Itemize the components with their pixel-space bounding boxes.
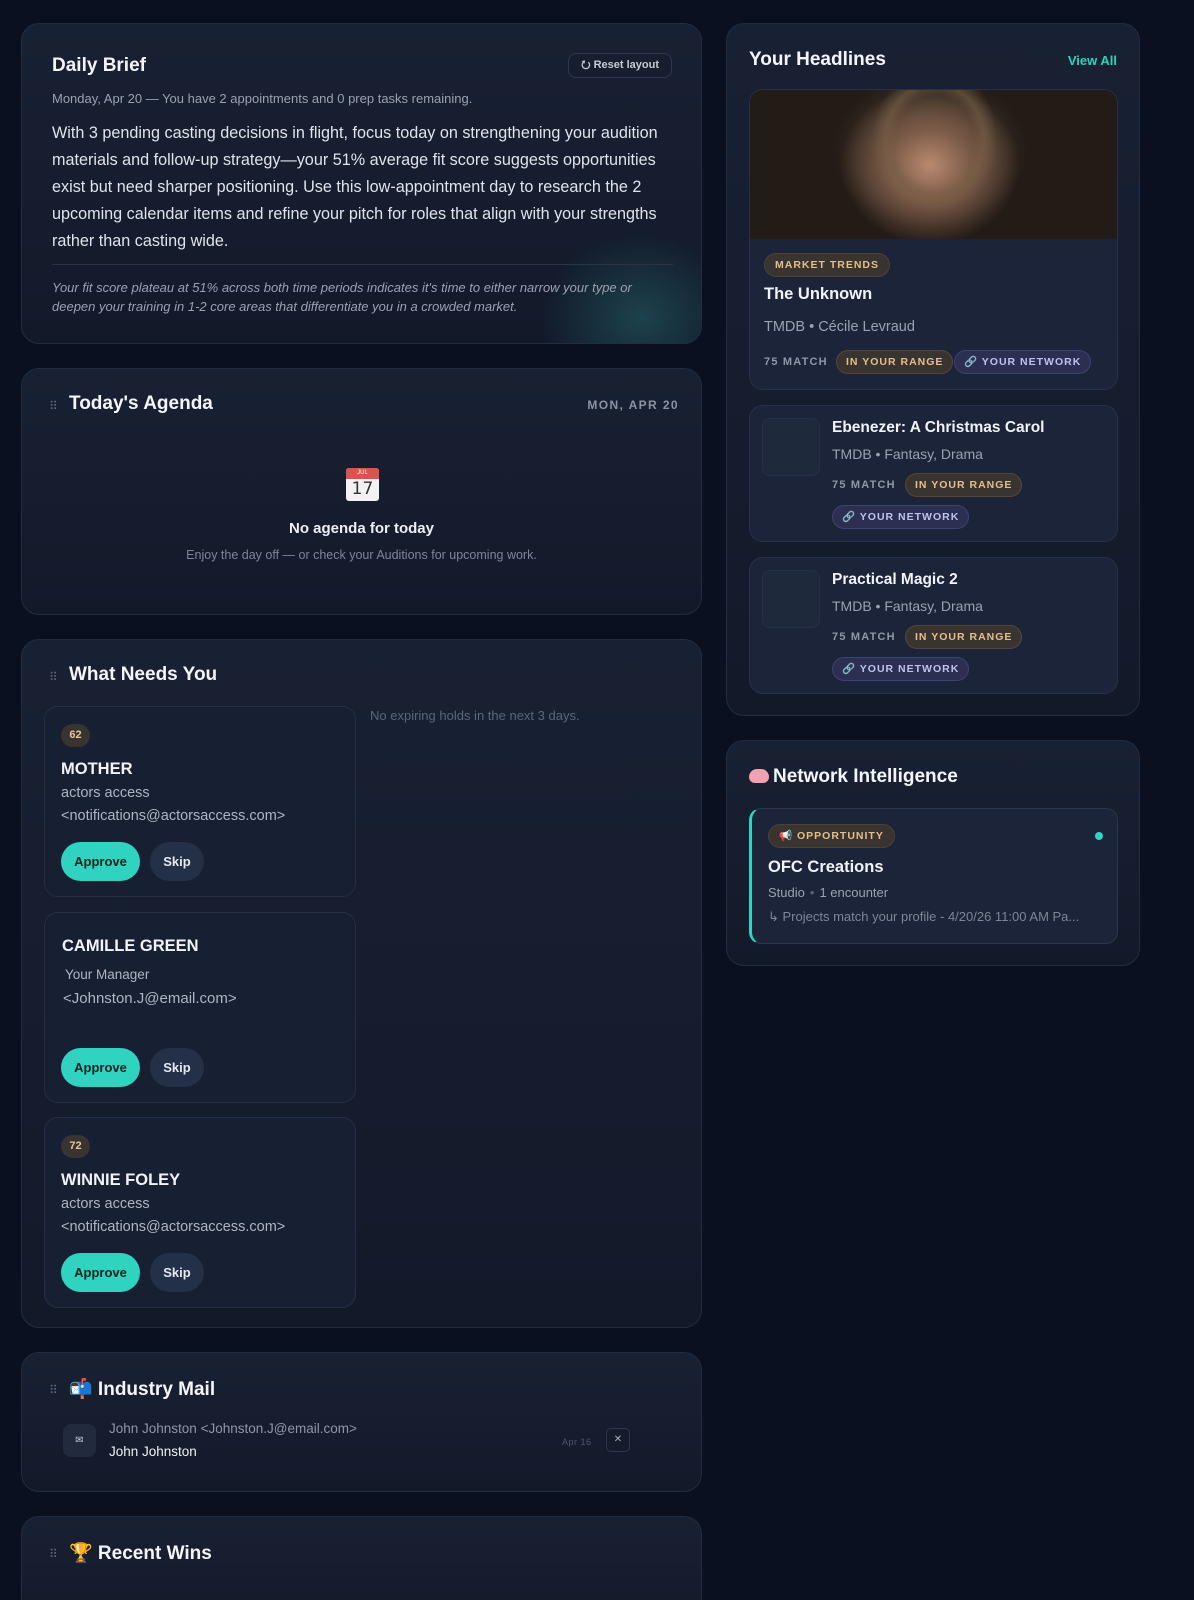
in-range-badge: IN YOUR RANGE [905,625,1023,649]
headline-title: The Unknown [764,285,873,303]
drag-handle-icon[interactable]: ⠿ [49,1383,58,1397]
need-item-email: <notifications@actorsaccess.com> [61,808,286,824]
recent-wins-title: 🏆 Recent Wins [69,1543,212,1564]
drag-handle-icon[interactable]: ⠿ [49,1547,58,1561]
headlines-title: Your Headlines [749,49,886,70]
headline-title: Ebenezer: A Christmas Carol [832,419,1045,436]
featured-headline[interactable]: MARKET TRENDS The Unknown TMDB • Cécile … [749,89,1118,390]
network-intelligence-card: Network Intelligence 📢 OPPORTUNITY OFC C… [726,740,1140,966]
daily-brief-body: With 3 pending casting decisions in flig… [52,124,658,250]
needs-card: ⠿ What Needs You No expiring holds in th… [21,639,702,1328]
drag-handle-icon[interactable]: ⠿ [49,399,58,413]
fit-score-badge: 62 [61,724,90,747]
approve-button[interactable]: Approve [61,1253,140,1292]
headline-meta: TMDB • Fantasy, Drama [832,598,983,614]
opportunity-name: OFC Creations [768,858,884,876]
need-item-email: <notifications@actorsaccess.com> [61,1219,286,1235]
in-range-badge: IN YOUR RANGE [905,473,1023,497]
match-score: 75 MATCH [832,479,896,491]
approve-button[interactable]: Approve [61,1048,140,1087]
need-item-email: <Johnston.J@email.com> [63,990,237,1007]
no-holds-message: No expiring holds in the next 3 days. [370,708,580,723]
industry-mail-card: ⠿ 📬 Industry Mail ✉ John Johnston <Johns… [21,1352,702,1492]
daily-brief-subtitle: Monday, Apr 20 — You have 2 appointments… [52,91,473,106]
dismiss-mail-button[interactable]: ✕ [606,1428,630,1452]
agenda-date: MON, APR 20 [587,398,679,412]
unread-indicator [1095,832,1103,840]
view-all-link[interactable]: View All [1068,53,1117,68]
need-item: 62 MOTHER actors access <notifications@a… [44,706,356,897]
fit-score-badge: 72 [61,1135,90,1158]
drag-handle-icon[interactable]: ⠿ [49,670,58,684]
need-item-name: WINNIE FOLEY [61,1171,181,1189]
need-item: CAMILLE GREEN Your Manager <Johnston.J@e… [44,912,356,1103]
divider [52,264,673,265]
network-intelligence-title: Network Intelligence [749,766,958,788]
calendar-icon-month: JUL [346,468,379,479]
opportunity-tag: 📢 OPPORTUNITY [768,824,895,848]
category-tag: MARKET TRENDS [764,253,890,277]
calendar-icon: JUL 17 [346,468,379,501]
headline-image [750,90,1117,239]
need-item-name: MOTHER [61,760,133,778]
headline-item[interactable]: Ebenezer: A Christmas Carol TMDB • Fanta… [749,405,1118,542]
headline-item[interactable]: Practical Magic 2 TMDB • Fantasy, Drama … [749,557,1118,694]
need-item-source: actors access [61,785,150,801]
calendar-icon-day: 17 [351,479,374,499]
need-item: 72 WINNIE FOLEY actors access <notificat… [44,1117,356,1308]
opportunity-detail: ↳ Projects match your profile - 4/20/26 … [768,909,1080,924]
opportunity-meta: Studio • 1 encounter [768,885,889,900]
headline-meta: TMDB • Cécile Levraud [764,319,915,335]
skip-button[interactable]: Skip [150,1253,204,1292]
agenda-title: Today's Agenda [69,393,213,414]
daily-brief-insight: Your fit score plateau at 51% across bot… [52,280,632,314]
daily-brief-card: Daily Brief ⭮ Reset layout Monday, Apr 2… [21,23,702,344]
mail-date: Apr 16 [562,1437,592,1447]
opportunity-item[interactable]: 📢 OPPORTUNITY OFC Creations Studio • 1 enc… [749,808,1118,944]
approve-button[interactable]: Approve [61,842,140,881]
need-item-role: Your Manager [65,967,150,982]
headlines-card: Your Headlines View All MARKET TRENDS Th… [726,23,1140,716]
in-range-badge: IN YOUR RANGE [836,350,954,374]
match-score: 75 MATCH [832,631,896,643]
daily-brief-title: Daily Brief [52,55,146,76]
match-score: 75 MATCH [764,356,828,368]
need-item-name: CAMILLE GREEN [62,937,199,955]
mail-subject: John Johnston [109,1444,197,1459]
industry-mail-title: 📬 Industry Mail [69,1379,216,1400]
headline-thumbnail [762,418,820,476]
reset-layout-button[interactable]: ⭮ Reset layout [568,53,672,78]
headline-title: Practical Magic 2 [832,571,958,588]
envelope-icon: ✉ [63,1424,96,1457]
need-item-source: actors access [61,1196,150,1212]
network-badge: 🔗 YOUR NETWORK [954,350,1092,374]
skip-button[interactable]: Skip [150,842,204,881]
recent-wins-card: ⠿ 🏆 Recent Wins [21,1516,702,1600]
agenda-card: ⠿ Today's Agenda MON, APR 20 JUL 17 No a… [21,368,702,615]
mail-sender: John Johnston <Johnston.J@email.com> [109,1421,357,1436]
skip-button[interactable]: Skip [150,1048,204,1087]
agenda-empty-subtitle: Enjoy the day off — or check your Auditi… [186,548,537,562]
needs-title: What Needs You [69,664,218,685]
headline-meta: TMDB • Fantasy, Drama [832,446,983,462]
headline-thumbnail [762,570,820,628]
agenda-empty-title: No agenda for today [288,520,434,537]
brain-icon [749,769,769,783]
network-badge: 🔗 YOUR NETWORK [832,657,970,681]
network-badge: 🔗 YOUR NETWORK [832,505,970,529]
